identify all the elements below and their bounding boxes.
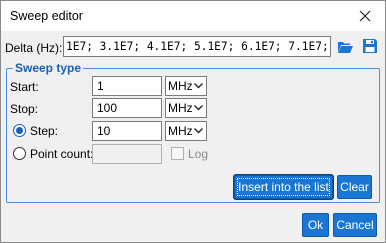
- step-unit-select[interactable]: MHz: [165, 121, 207, 141]
- close-button[interactable]: [345, 1, 385, 31]
- step-field[interactable]: 10: [92, 121, 162, 141]
- step-radio[interactable]: [13, 124, 26, 137]
- stop-unit-value: MHz: [168, 101, 193, 115]
- sweep-type-legend: Sweep type: [13, 61, 84, 75]
- step-unit-value: MHz: [168, 124, 193, 138]
- insert-into-list-button[interactable]: Insert into the list: [234, 175, 333, 199]
- sweep-type-group: Sweep type Start: 1 MHz Stop: 100 MHz St…: [6, 61, 380, 203]
- title-bar: Sweep editor: [1, 1, 385, 31]
- clear-button[interactable]: Clear: [337, 175, 372, 199]
- point-count-label: Point count:: [30, 147, 94, 161]
- cancel-button[interactable]: Cancel: [333, 213, 377, 237]
- chevron-down-icon: [194, 128, 203, 134]
- start-label: Start:: [10, 80, 39, 94]
- point-count-field[interactable]: [92, 144, 162, 164]
- log-checkbox[interactable]: [171, 147, 184, 160]
- chevron-down-icon: [194, 83, 203, 89]
- folder-open-icon[interactable]: [337, 39, 353, 55]
- close-icon: [359, 10, 371, 22]
- start-unit-value: MHz: [168, 79, 193, 93]
- delta-input[interactable]: 1E7; 3.1E7; 4.1E7; 5.1E7; 6.1E7; 7.1E7; …: [63, 36, 331, 57]
- start-field[interactable]: 1: [92, 76, 162, 96]
- stop-label: Stop:: [10, 102, 39, 116]
- stop-unit-select[interactable]: MHz: [165, 98, 207, 118]
- chevron-down-icon: [194, 105, 203, 111]
- sweep-editor-dialog: Sweep editor Delta (Hz): 1E7; 3.1E7; 4.1…: [0, 0, 386, 243]
- window-title: Sweep editor: [10, 9, 83, 23]
- save-icon[interactable]: [362, 38, 378, 54]
- step-label: Step:: [30, 124, 59, 138]
- delta-label: Delta (Hz):: [5, 41, 63, 55]
- start-unit-select[interactable]: MHz: [165, 76, 207, 96]
- point-count-radio[interactable]: [13, 147, 26, 160]
- ok-button[interactable]: Ok: [302, 213, 329, 237]
- stop-field[interactable]: 100: [92, 98, 162, 118]
- dialog-body: Delta (Hz): 1E7; 3.1E7; 4.1E7; 5.1E7; 6.…: [1, 31, 385, 242]
- log-label: Log: [188, 147, 209, 161]
